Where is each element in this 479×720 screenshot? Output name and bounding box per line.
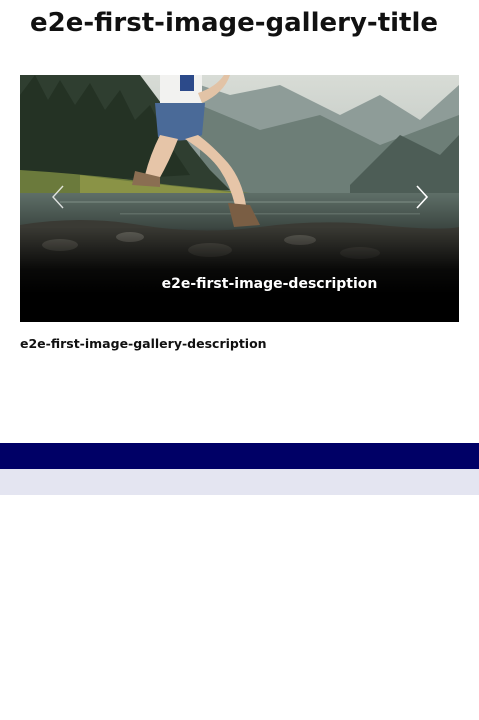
- page: e2e-first-image-gallery-title e2e-first-…: [0, 0, 479, 720]
- gallery-title: e2e-first-image-gallery-title: [30, 8, 439, 38]
- slide-description: e2e-first-image-description: [161, 276, 378, 292]
- footer-band-dark: [0, 443, 479, 469]
- previous-slide-button[interactable]: [47, 182, 69, 212]
- image-carousel[interactable]: e2e-first-image-description: [20, 75, 459, 322]
- gallery-description: e2e-first-image-gallery-description: [20, 336, 267, 351]
- next-slide-button[interactable]: [411, 182, 433, 212]
- caption-overlay: [20, 227, 459, 322]
- chevron-left-icon: [52, 185, 64, 209]
- footer-band-light: [0, 469, 479, 495]
- chevron-right-icon: [416, 185, 429, 209]
